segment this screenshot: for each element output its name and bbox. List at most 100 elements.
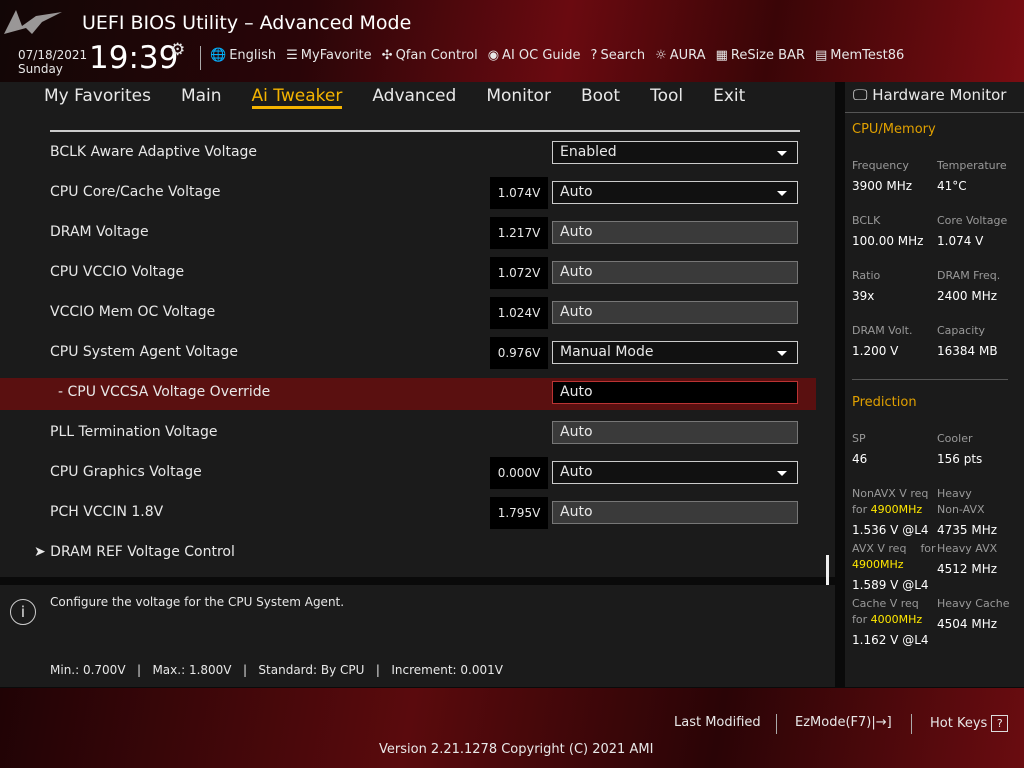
hw-value: 3900 MHz (852, 179, 913, 193)
heavy-avx-value: 4512 MHz (937, 562, 998, 576)
voltage-readout: 1.795V (490, 497, 548, 529)
heavy-nonavx-value: 4735 MHz (937, 523, 998, 537)
rog-logo (4, 10, 62, 34)
ezmode-label: EzMode(F7)| (795, 715, 876, 730)
setting-dropdown[interactable]: Enabled (552, 141, 798, 164)
setting-value: Enabled (560, 144, 617, 160)
toolbar-myfavorite[interactable]: ☰ MyFavorite (286, 48, 372, 63)
cooler-value: 156 pts (937, 452, 983, 466)
toolbar-search[interactable]: ? Search (591, 48, 646, 63)
gear-icon[interactable]: ⚙ (170, 40, 185, 60)
app-title: UEFI BIOS Utility – Advanced Mode (82, 12, 412, 34)
setting-label: - CPU VCCSA Voltage Override (58, 384, 271, 400)
toolbar-label: AURA (669, 48, 706, 63)
toolbar-resize-bar[interactable]: ▦ ReSize BAR (716, 48, 805, 63)
setting-input[interactable]: Auto (552, 301, 798, 324)
setting-value: Auto (560, 224, 593, 240)
date-display: 07/18/2021 Sunday (18, 48, 87, 76)
nonavx-for: for 4900MHz (852, 503, 923, 516)
hw-label: Frequency (852, 159, 909, 172)
heavy-cache-value: 4504 MHz (937, 617, 998, 631)
nonavx-label: NonAVX V req (852, 487, 929, 500)
setting-row[interactable]: CPU System Agent Voltage 0.976V Manual Mod… (0, 337, 816, 370)
toolbar-english[interactable]: 🌐 English (210, 48, 276, 63)
setting-value: Auto (560, 464, 593, 480)
setting-value: Auto (560, 304, 593, 320)
toolbar: 🌐 English ☰ MyFavorite ✣ Qfan Control ◉ AI OC G… (210, 48, 904, 63)
sp-label: SP (852, 432, 866, 445)
hw-value: 41°C (937, 179, 967, 193)
hotkeys-button[interactable]: Hot Keys? (930, 715, 1009, 732)
chevron-down-icon (777, 191, 787, 196)
toolbar-aura[interactable]: ☼ AURA (655, 48, 705, 63)
hw-label: BCLK (852, 214, 881, 227)
setting-row[interactable]: PLL Termination Voltage Auto (0, 418, 816, 450)
last-modified-button[interactable]: Last Modified (674, 715, 761, 730)
tab-boot[interactable]: Boot (581, 82, 620, 112)
toolbar-label: MemTest86 (830, 48, 905, 63)
toolbar-label: Qfan Control (395, 48, 478, 63)
voltage-readout: 1.024V (490, 297, 548, 329)
globe-icon: 🌐 (210, 48, 227, 63)
setting-label: PLL Termination Voltage (50, 424, 218, 440)
setting-label: DRAM Voltage (50, 224, 149, 240)
chevron-down-icon (777, 151, 787, 156)
toolbar-ai-oc-guide[interactable]: ◉ AI OC Guide (488, 48, 581, 63)
setting-input[interactable]: Auto (552, 501, 798, 524)
clock: 19:39 (89, 40, 179, 76)
setting-dropdown[interactable]: Auto (552, 461, 798, 484)
hw-label: Ratio (852, 269, 881, 282)
tab-main[interactable]: Main (181, 82, 222, 112)
version-text: Version 2.21.1278 Copyright (C) 2021 AMI (379, 742, 654, 757)
monitor-icon: 🖵 (853, 86, 868, 104)
toolbar-label: English (229, 48, 277, 63)
help-panel: i Configure the voltage for the CPU Syst… (0, 585, 835, 687)
tab-tool[interactable]: Tool (650, 82, 683, 112)
setting-row[interactable]: CPU Graphics Voltage 0.000V Auto (0, 457, 816, 490)
setting-row[interactable]: CPU Core/Cache Voltage 1.074V Auto (0, 177, 816, 210)
date: 07/18/2021 (18, 48, 88, 62)
setting-label: BCLK Aware Adaptive Voltage (50, 144, 258, 160)
cache-for: for 4000MHz (852, 613, 923, 626)
tab-my-favorites[interactable]: My Favorites (44, 82, 151, 112)
setting-input[interactable]: Auto (552, 261, 798, 284)
setting-row[interactable]: PCH VCCIN 1.8V 1.795V Auto (0, 497, 816, 530)
ezmode-button[interactable]: EzMode(F7)|→] (795, 715, 892, 730)
setting-dropdown[interactable]: Manual Mode (552, 341, 798, 364)
setting-label: CPU VCCIO Voltage (50, 264, 185, 280)
ai-oc-icon: ◉ (487, 48, 500, 63)
toolbar-qfan-control[interactable]: ✣ Qfan Control (382, 48, 478, 63)
setting-dropdown[interactable]: Auto (552, 181, 798, 204)
setting-label: CPU System Agent Voltage (50, 344, 238, 360)
tab-monitor[interactable]: Monitor (486, 82, 551, 112)
chevron-down-icon (777, 471, 787, 476)
setting-row[interactable]: - CPU VCCSA Voltage Override Auto (0, 378, 816, 410)
hw-label: DRAM Volt. (852, 324, 913, 337)
setting-input[interactable]: Auto (552, 221, 798, 244)
tab-advanced[interactable]: Advanced (372, 82, 456, 112)
setting-input[interactable]: Auto (552, 421, 798, 444)
setting-label: ➤ DRAM REF Voltage Control (34, 544, 235, 560)
prediction-heading: Prediction (852, 395, 917, 410)
toolbar-memtest86[interactable]: ▤ MemTest86 (815, 48, 904, 63)
hw-value: 2400 MHz (937, 289, 998, 303)
tab-exit[interactable]: Exit (713, 82, 745, 112)
hardware-monitor: 🖵 Hardware Monitor CPU/Memory Frequency 3… (845, 82, 1024, 687)
setting-row[interactable]: DRAM Voltage 1.217V Auto (0, 217, 816, 250)
setting-row[interactable]: VCCIO Mem OC Voltage 1.024V Auto (0, 297, 816, 330)
day: Sunday (18, 62, 63, 76)
tab-ai-tweaker[interactable]: Ai Tweaker (251, 82, 343, 109)
info-icon: i (10, 599, 36, 625)
setting-value: Auto (560, 384, 593, 400)
setting-row[interactable]: BCLK Aware Adaptive Voltage Enabled (0, 138, 816, 170)
setting-input[interactable]: Auto (552, 381, 798, 404)
voltage-readout: 0.000V (490, 457, 548, 489)
divider (776, 714, 777, 734)
setting-value: Manual Mode (560, 344, 654, 360)
hw-label: DRAM Freq. (937, 269, 1001, 282)
setting-row[interactable]: CPU VCCIO Voltage 1.072V Auto (0, 257, 816, 290)
setting-label: PCH VCCIN 1.8V (50, 504, 164, 520)
chevron-down-icon (777, 351, 787, 356)
hw-value: 1.074 V (937, 234, 984, 248)
setting-row[interactable]: ➤ DRAM REF Voltage Control (0, 538, 816, 570)
